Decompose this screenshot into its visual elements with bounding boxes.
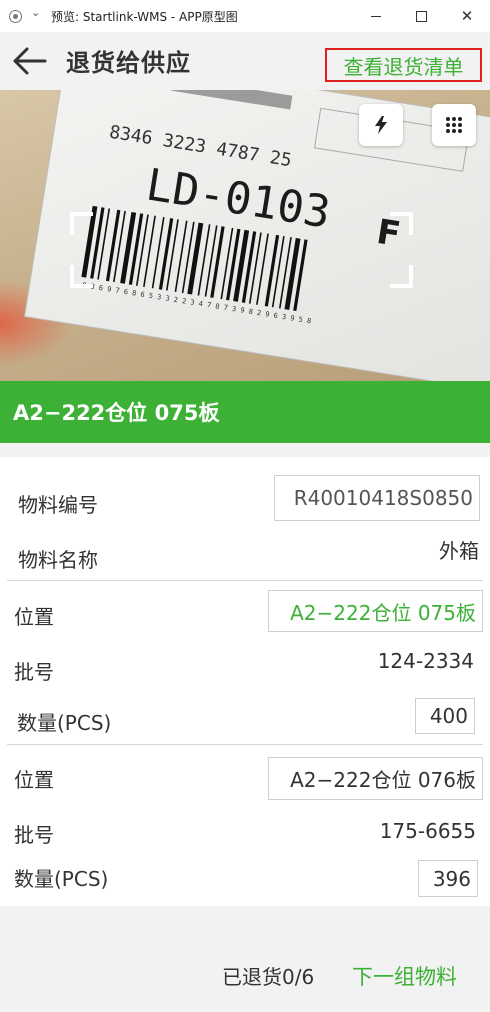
position-label: 位置 (14, 605, 54, 629)
grid-menu-button[interactable] (432, 104, 476, 146)
divider (7, 580, 483, 581)
flash-icon (375, 116, 387, 134)
material-code-label: 物料编号 (18, 493, 98, 517)
material-code-field[interactable]: R40010418S0850 (274, 475, 480, 521)
grid-icon (446, 117, 462, 133)
app-header: 退货给供应 查看退货清单 (0, 32, 490, 90)
returned-count-status: 已退货0/6 (222, 965, 315, 989)
position-field[interactable]: A2−222仓位 076板 (268, 757, 483, 800)
material-name-value: 外箱 (439, 539, 479, 563)
quantity-field[interactable]: 400 (415, 698, 475, 734)
quantity-label: 数量(PCS) (17, 711, 112, 735)
flash-button[interactable] (359, 104, 403, 146)
batch-label: 批号 (14, 660, 54, 684)
close-icon[interactable]: ✕ (444, 0, 490, 32)
page-title: 退货给供应 (66, 49, 191, 77)
minimize-icon[interactable] (353, 0, 399, 32)
app-icon (9, 10, 22, 23)
quantity-field[interactable]: 396 (418, 860, 478, 897)
chevron-down-icon[interactable]: ⌄ (31, 6, 40, 19)
camera-scan-view[interactable]: 8346 3223 4787 25 LD-0103 F 8 8 6 9 7 6 … (0, 90, 490, 381)
batch-value: 175-6655 (379, 819, 476, 843)
position-field[interactable]: A2−222仓位 075板 (268, 590, 483, 632)
material-detail-panel: 物料编号 R40010418S0850 物料名称 外箱 位置 A2−222仓位 … (0, 457, 490, 906)
divider (7, 744, 483, 745)
material-name-label: 物料名称 (18, 548, 98, 572)
position-label: 位置 (14, 768, 54, 792)
batch-value: 124-2334 (377, 649, 474, 673)
quantity-label: 数量(PCS) (14, 867, 109, 891)
current-location-banner: A2−222仓位 075板 (0, 381, 490, 443)
batch-label: 批号 (14, 823, 54, 847)
view-return-list-button[interactable]: 查看退货清单 (325, 48, 482, 82)
maximize-icon[interactable] (398, 0, 444, 32)
window-titlebar: ⌄ 预览: Startlink-WMS - APP原型图 ✕ (0, 0, 490, 32)
back-button[interactable] (12, 45, 48, 77)
scanned-label-image: 8346 3223 4787 25 LD-0103 F 8 8 6 9 7 6 … (0, 90, 490, 381)
window-title: 预览: Startlink-WMS - APP原型图 (51, 10, 238, 24)
next-material-button[interactable]: 下一组物料 (352, 961, 457, 991)
arrow-left-icon (13, 47, 47, 75)
